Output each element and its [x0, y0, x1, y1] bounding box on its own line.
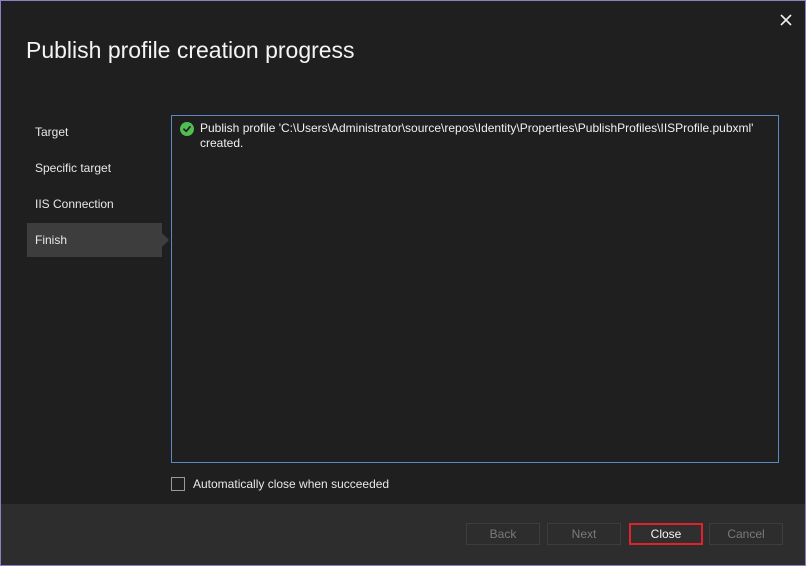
- auto-close-option[interactable]: Automatically close when succeeded: [171, 477, 389, 491]
- status-message-row: Publish profile 'C:\Users\Administrator\…: [180, 121, 768, 151]
- next-button[interactable]: Next: [547, 523, 621, 545]
- nav-item-label: Target: [35, 125, 69, 139]
- nav-item-label: IIS Connection: [35, 197, 114, 211]
- auto-close-label: Automatically close when succeeded: [193, 477, 390, 491]
- nav-item-specific-target[interactable]: Specific target: [27, 151, 169, 185]
- auto-close-checkbox[interactable]: [171, 477, 185, 491]
- status-message: Publish profile 'C:\Users\Administrator\…: [200, 121, 754, 150]
- nav-item-label: Finish: [35, 233, 68, 247]
- cancel-button[interactable]: Cancel: [709, 523, 783, 545]
- nav-item-target[interactable]: Target: [27, 115, 169, 149]
- dialog-title: Publish profile creation progress: [26, 37, 355, 63]
- nav-item-finish[interactable]: Finish: [27, 223, 169, 257]
- nav-item-iis-connection[interactable]: IIS Connection: [27, 187, 169, 221]
- progress-output-panel: Publish profile 'C:\Users\Administrator\…: [171, 115, 779, 463]
- publish-dialog: Publish profile creation progress Target…: [0, 0, 806, 566]
- success-check-icon: [180, 122, 194, 136]
- wizard-steps-nav: Target Specific target IIS Connection Fi…: [27, 115, 169, 259]
- back-button[interactable]: Back: [466, 523, 540, 545]
- nav-item-label: Specific target: [35, 161, 112, 175]
- close-icon[interactable]: [777, 11, 795, 29]
- close-button[interactable]: Close: [629, 523, 703, 545]
- dialog-footer: Back Next Close Cancel: [1, 504, 805, 565]
